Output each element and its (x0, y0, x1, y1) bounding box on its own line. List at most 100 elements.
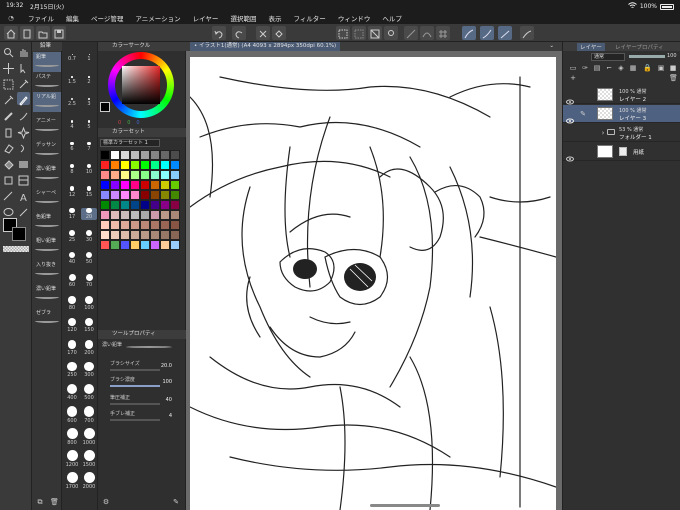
blur-correction-property[interactable]: 手ブレ補正 4 (100, 410, 184, 422)
menu-animation[interactable]: アニメーション (129, 13, 186, 23)
brush-size-option[interactable]: 150 (81, 318, 97, 333)
brush-size-option[interactable]: 1000 (81, 428, 97, 446)
color-swatch[interactable] (120, 170, 130, 180)
app-logo-icon[interactable]: ◔ (0, 14, 22, 22)
color-swatch[interactable] (100, 240, 110, 250)
color-swatch[interactable] (170, 220, 180, 230)
brush-size-option[interactable]: 300 (81, 362, 97, 378)
fill-tool-icon[interactable] (2, 156, 15, 170)
brush-size-option[interactable]: 100 (81, 296, 97, 311)
tool-settings-icon[interactable]: ⚙ (102, 498, 110, 506)
color-swatch[interactable] (130, 190, 140, 200)
layer-opacity-slider[interactable] (629, 55, 665, 58)
menu-page[interactable]: ページ管理 (85, 13, 129, 23)
color-swatch[interactable] (110, 230, 120, 240)
color-swatch[interactable] (120, 200, 130, 210)
text-tool-icon[interactable]: A (17, 188, 30, 204)
subtool-item[interactable]: 濃い鉛筆 (33, 284, 61, 304)
new-folder-icon[interactable]: ▤ (593, 64, 601, 72)
color-swatch[interactable] (140, 240, 150, 250)
brush-size-option[interactable]: 2 (81, 76, 97, 85)
eye-icon[interactable] (566, 91, 574, 105)
blend-mode-select[interactable]: 通常 (591, 53, 625, 61)
color-swatch[interactable] (150, 230, 160, 240)
color-swatch[interactable] (110, 170, 120, 180)
subtool-item[interactable]: シャーペ (33, 188, 61, 208)
sub-color-swatch[interactable] (12, 227, 26, 241)
color-swatch[interactable] (170, 230, 180, 240)
brush-size-option[interactable]: 3 (81, 98, 97, 107)
frame-tool-icon[interactable] (17, 172, 30, 186)
color-swatch[interactable] (120, 210, 130, 220)
subtool-item[interactable]: パステ (33, 72, 61, 92)
subtool-item[interactable]: アニメー (33, 116, 61, 136)
color-swatch[interactable] (130, 150, 140, 160)
undo-icon[interactable] (212, 26, 226, 40)
fill-icon[interactable] (272, 26, 286, 40)
brush-size-option[interactable]: 4 (64, 120, 80, 130)
color-swatch[interactable] (140, 180, 150, 190)
color-swatch[interactable] (100, 200, 110, 210)
menu-help[interactable]: ヘルプ (376, 13, 408, 23)
color-swatch[interactable] (120, 240, 130, 250)
color-swatch[interactable] (160, 240, 170, 250)
color-swatch[interactable] (170, 170, 180, 180)
color-swatch[interactable] (110, 210, 120, 220)
brush-size-option[interactable]: 170 (64, 340, 80, 356)
copy-subtool-icon[interactable]: ⧉ (36, 498, 44, 506)
color-swatch[interactable] (110, 150, 120, 160)
tab-layer-property[interactable]: レイヤープロパティ (615, 43, 664, 51)
layer-row[interactable]: ✎ 100 % 通常 レイヤー 3 (563, 105, 680, 124)
ruler-tool-icon[interactable] (2, 188, 15, 201)
subtool-item[interactable]: 粗い鉛筆 (33, 236, 61, 256)
color-swatch[interactable] (120, 150, 130, 160)
pencil-tool-icon[interactable] (2, 108, 15, 121)
subtool-item[interactable]: リアル鉛 (33, 92, 61, 112)
brush-size-option[interactable]: 8 (64, 164, 80, 175)
transform-icon[interactable] (368, 26, 382, 40)
balloon-tool-icon[interactable] (2, 204, 15, 217)
pen-tool-icon[interactable] (17, 92, 30, 106)
eyedropper-tool-icon[interactable] (2, 92, 15, 105)
color-swatch[interactable] (130, 230, 140, 240)
color-swatch[interactable] (150, 150, 160, 160)
brush-size-option[interactable]: 1 (81, 54, 97, 62)
open-file-icon[interactable] (36, 26, 50, 40)
gradient-tool-icon[interactable] (17, 156, 30, 169)
lock-layer-icon[interactable]: 🔒 (643, 64, 652, 72)
brush-tool-icon[interactable] (17, 108, 30, 121)
layer-color-icon[interactable]: ■ (669, 64, 677, 72)
brush-size-option[interactable]: 50 (81, 252, 97, 265)
menu-layer[interactable]: レイヤー (187, 13, 225, 23)
brush-size-option[interactable]: 500 (81, 384, 97, 401)
color-swatch[interactable] (170, 150, 180, 160)
color-swatch[interactable] (150, 220, 160, 230)
transparent-color-swatch[interactable] (3, 246, 29, 252)
figure-tool-icon[interactable] (2, 172, 15, 185)
menu-selection[interactable]: 選択範囲 (224, 13, 262, 23)
brush-size-property[interactable]: ブラシサイズ 20.0 (100, 360, 184, 372)
color-swatch[interactable] (140, 210, 150, 220)
color-swatch[interactable] (130, 170, 140, 180)
menu-file[interactable]: ファイル (22, 13, 60, 23)
color-swatch[interactable] (150, 190, 160, 200)
color-set-select[interactable]: 標準カラーセット 1 (100, 139, 160, 147)
lock-transparency-icon[interactable]: ▦ (629, 64, 637, 72)
current-main-color[interactable] (100, 102, 110, 112)
color-swatch[interactable] (130, 240, 140, 250)
subtool-item[interactable]: 鉛筆 (33, 52, 61, 72)
brush-size-option[interactable]: 70 (81, 274, 97, 288)
blend-tool-icon[interactable] (17, 140, 30, 153)
color-swatch[interactable] (140, 200, 150, 210)
delete-subtool-icon[interactable]: 🗑 (50, 498, 59, 506)
menu-filter[interactable]: フィルター (287, 13, 331, 23)
eye-icon[interactable] (566, 148, 574, 162)
zoom-tool-icon[interactable] (2, 44, 15, 58)
menu-edit[interactable]: 編集 (60, 13, 85, 23)
brush-size-option[interactable]: 6 (64, 142, 80, 152)
color-swatch[interactable] (150, 170, 160, 180)
brush-size-option[interactable]: 0.7 (64, 54, 80, 62)
brush-size-option[interactable]: 10 (81, 164, 97, 175)
brush-size-option[interactable]: 2000 (81, 472, 97, 490)
brush-size-option[interactable]: 1700 (64, 472, 80, 490)
